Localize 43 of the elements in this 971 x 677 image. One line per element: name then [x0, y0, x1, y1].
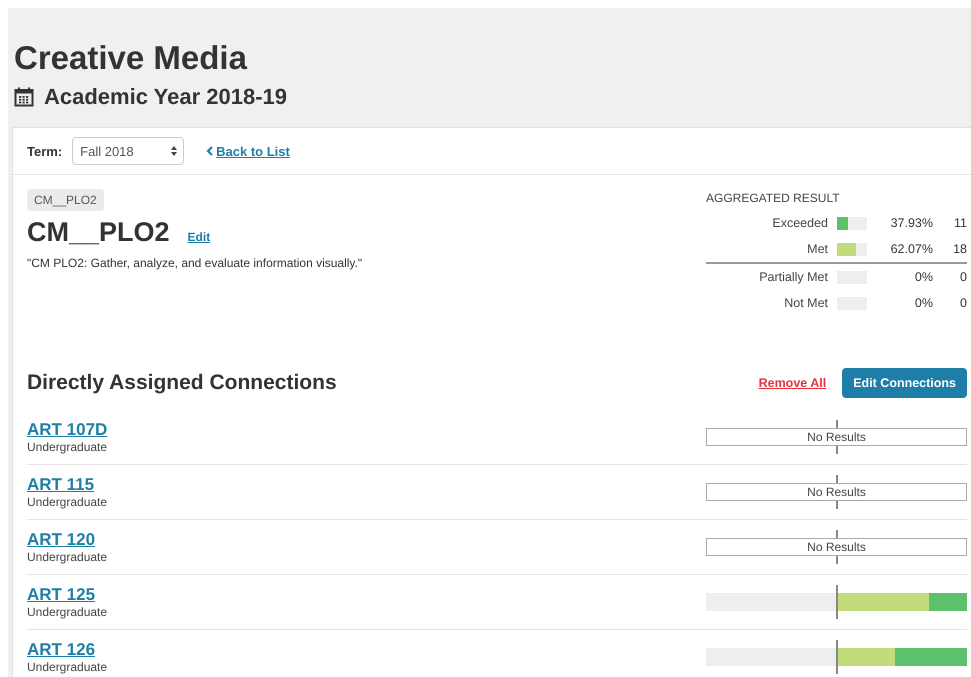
course-level: Undergraduate — [27, 495, 108, 510]
aggregated-heading: AGGREGATED RESULT — [706, 191, 841, 206]
result-count: 11 — [953, 216, 967, 230]
result-percent: 62.07% — [890, 242, 933, 256]
no-results-box: No Results — [706, 428, 967, 446]
no-results-box: No Results — [706, 538, 967, 556]
result-percent: 0% — [914, 296, 933, 310]
course-link[interactable]: ART 115 — [27, 475, 108, 496]
calendar-icon — [14, 87, 34, 108]
course-link[interactable]: ART 107D — [27, 420, 108, 440]
term-label: Term: — [27, 144, 62, 159]
outcome-description: "CM PLO2: Gather, analyze, and evaluate information visually." — [27, 256, 362, 270]
result-percent: 0% — [914, 270, 933, 284]
course-link[interactable]: ART 126 — [27, 640, 108, 660]
edit-link[interactable]: Edit — [188, 230, 210, 244]
result-label: Not Met — [783, 296, 829, 310]
result-label: Exceeded — [771, 216, 829, 230]
result-count: 0 — [959, 296, 967, 310]
result-percent: 37.93% — [890, 216, 933, 230]
course-link[interactable]: ART 125 — [27, 585, 108, 606]
page-subtitle: Academic Year 2018-19 — [44, 84, 287, 110]
back-link[interactable]: Back to List — [206, 144, 290, 159]
result-label: Met — [806, 242, 829, 256]
page-title: Creative Media — [14, 40, 248, 76]
outcome-title: CM__PLO2 — [27, 217, 170, 248]
course-link[interactable]: ART 120 — [27, 530, 108, 550]
chevron-left-icon — [206, 146, 214, 156]
no-results-box: No Results — [706, 483, 967, 502]
remove-all-link[interactable]: Remove All — [758, 376, 826, 390]
outcome-tag: CM__PLO2 — [27, 189, 104, 212]
section-heading: Directly Assigned Connections — [27, 371, 337, 396]
result-count: 18 — [952, 242, 967, 256]
term-select[interactable]: Fall 2018 — [72, 137, 184, 166]
course-level: Undergraduate — [27, 605, 108, 620]
course-level: Undergraduate — [27, 440, 108, 454]
edit-connections-button[interactable]: Edit Connections — [842, 368, 967, 398]
result-label: Partially Met — [758, 270, 829, 284]
course-level: Undergraduate — [27, 550, 108, 564]
updown-icon — [171, 146, 178, 156]
result-count: 0 — [959, 270, 967, 284]
result-meter — [837, 242, 867, 256]
course-level: Undergraduate — [27, 660, 108, 674]
result-meter — [837, 216, 867, 230]
